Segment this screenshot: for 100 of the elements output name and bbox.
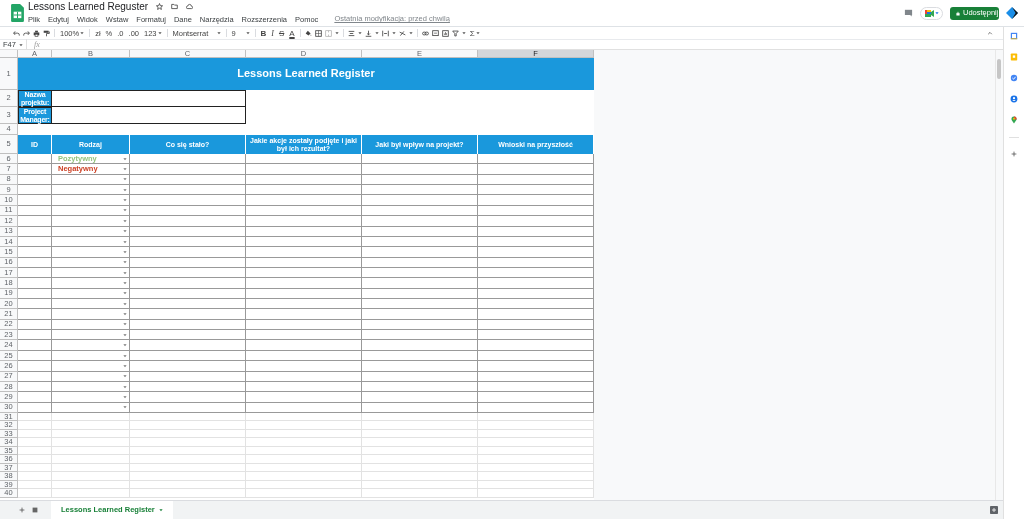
calendar-icon[interactable] — [1010, 32, 1018, 40]
link-icon[interactable] — [421, 29, 429, 37]
table-cell[interactable] — [362, 299, 478, 310]
table-cell[interactable] — [18, 278, 52, 289]
dropdown-cell[interactable] — [52, 267, 130, 279]
table-cell[interactable] — [18, 205, 52, 217]
table-cell[interactable] — [246, 371, 362, 382]
table-cell[interactable] — [478, 340, 594, 351]
table-cell[interactable] — [130, 278, 246, 289]
table-cell[interactable] — [130, 299, 246, 310]
table-cell[interactable] — [478, 392, 594, 403]
table-cell[interactable] — [130, 381, 246, 393]
fill-color-icon[interactable] — [304, 29, 312, 37]
dropdown-cell[interactable] — [52, 226, 130, 237]
table-cell[interactable] — [478, 350, 594, 362]
table-cell[interactable] — [362, 257, 478, 268]
strikethrough-button[interactable]: S — [277, 28, 286, 38]
align-icon[interactable] — [347, 29, 355, 37]
folder-icon[interactable] — [171, 3, 179, 11]
borders-icon[interactable] — [314, 29, 322, 37]
table-cell[interactable] — [130, 309, 246, 320]
dropdown-cell[interactable] — [52, 330, 130, 341]
table-cell[interactable] — [478, 216, 594, 227]
table-cell[interactable] — [18, 174, 52, 186]
note-icon[interactable] — [1010, 53, 1018, 61]
table-cell[interactable] — [18, 164, 52, 175]
table-cell[interactable] — [478, 381, 594, 393]
caret-icon[interactable] — [475, 31, 480, 35]
table-cell[interactable] — [362, 371, 478, 382]
table-cell[interactable] — [130, 319, 246, 331]
dropdown-cell[interactable] — [52, 392, 130, 403]
table-cell[interactable] — [478, 247, 594, 258]
table-cell[interactable] — [246, 299, 362, 310]
table-cell[interactable] — [130, 267, 246, 279]
contacts-icon[interactable] — [1010, 95, 1018, 103]
table-cell[interactable] — [478, 299, 594, 310]
table-cell[interactable] — [246, 392, 362, 403]
dropdown-cell[interactable] — [52, 350, 130, 362]
table-cell[interactable] — [478, 267, 594, 279]
table-cell[interactable] — [478, 330, 594, 341]
table-cell[interactable] — [130, 371, 246, 382]
caret-icon[interactable] — [408, 31, 413, 35]
dropdown-cell[interactable] — [52, 340, 130, 351]
dropdown-cell[interactable] — [52, 402, 130, 413]
table-cell[interactable] — [362, 330, 478, 341]
cloud-icon[interactable] — [186, 3, 194, 11]
table-cell[interactable] — [362, 402, 478, 413]
table-cell[interactable] — [130, 247, 246, 258]
table-cell[interactable] — [362, 164, 478, 175]
table-cell[interactable] — [130, 154, 246, 165]
italic-button[interactable]: I — [270, 28, 275, 38]
dropdown-cell[interactable] — [52, 288, 130, 300]
diamond-logo[interactable] — [1006, 7, 1018, 19]
table-cell[interactable] — [130, 288, 246, 300]
text-wrap-icon[interactable] — [381, 29, 389, 37]
table-cell[interactable] — [478, 154, 594, 165]
table-cell[interactable] — [362, 381, 478, 393]
table-cell[interactable] — [246, 340, 362, 351]
table-cell[interactable] — [478, 361, 594, 372]
table-cell[interactable] — [362, 195, 478, 206]
table-cell[interactable] — [130, 340, 246, 351]
dropdown-cell[interactable] — [52, 174, 130, 186]
input-field[interactable] — [52, 107, 246, 124]
table-cell[interactable] — [18, 381, 52, 393]
dropdown-cell[interactable] — [52, 361, 130, 372]
table-cell[interactable] — [18, 288, 52, 300]
table-cell[interactable] — [130, 236, 246, 248]
dropdown-cell[interactable] — [52, 185, 130, 196]
dropdown-cell[interactable] — [52, 278, 130, 289]
table-cell[interactable] — [18, 216, 52, 227]
functions-button[interactable]: Σ — [468, 28, 481, 38]
paint-format-icon[interactable] — [43, 29, 50, 37]
caret-icon[interactable] — [391, 31, 396, 35]
text-color-button[interactable]: A — [288, 28, 296, 38]
caret-icon[interactable] — [461, 31, 466, 35]
dropdown-cell[interactable] — [52, 216, 130, 227]
table-cell[interactable] — [246, 361, 362, 372]
table-cell[interactable] — [362, 350, 478, 362]
table-cell[interactable] — [362, 340, 478, 351]
table-cell[interactable] — [130, 392, 246, 403]
table-cell[interactable] — [362, 288, 478, 300]
caret-icon[interactable] — [157, 31, 162, 35]
vertical-align-icon[interactable] — [364, 29, 372, 37]
caret-icon[interactable] — [357, 31, 362, 35]
add-icon[interactable] — [1011, 151, 1017, 157]
table-cell[interactable] — [130, 226, 246, 237]
table-cell[interactable] — [246, 319, 362, 331]
table-cell[interactable] — [478, 195, 594, 206]
table-cell[interactable] — [246, 402, 362, 413]
table-cell[interactable] — [246, 226, 362, 237]
table-cell[interactable] — [246, 247, 362, 258]
table-cell[interactable] — [18, 319, 52, 331]
table-cell[interactable] — [362, 247, 478, 258]
table-cell[interactable] — [478, 319, 594, 331]
caret-icon[interactable] — [245, 31, 250, 35]
dropdown-arrow-icon[interactable] — [123, 281, 127, 285]
table-cell[interactable] — [246, 330, 362, 341]
table-cell[interactable] — [18, 267, 52, 279]
table-cell[interactable] — [18, 247, 52, 258]
table-cell[interactable] — [18, 392, 52, 403]
